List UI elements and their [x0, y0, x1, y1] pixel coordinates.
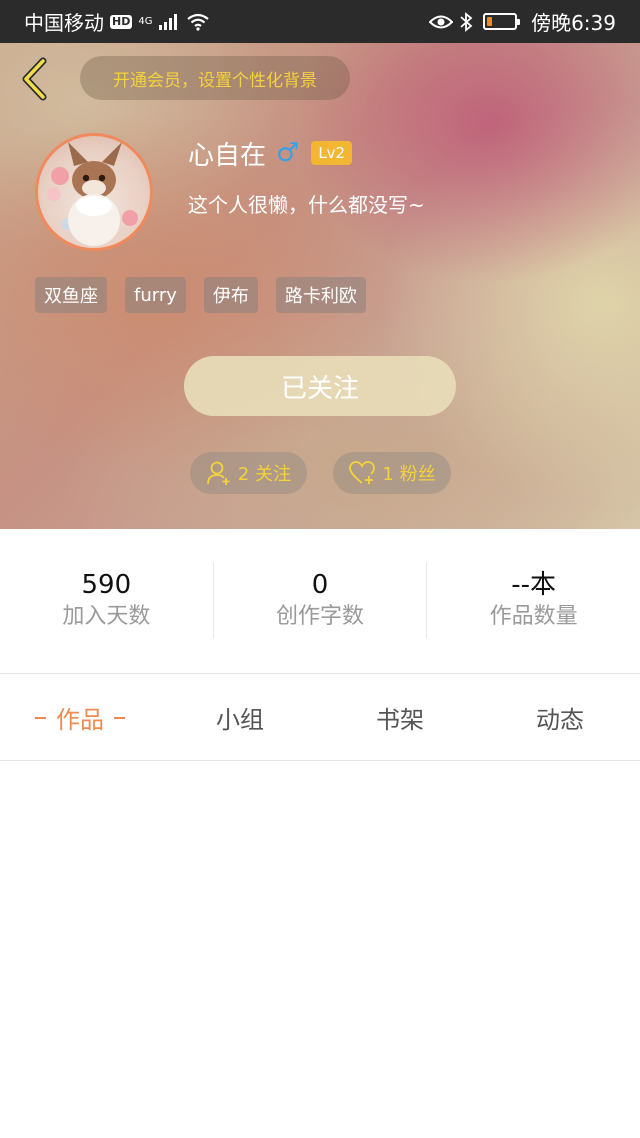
signal-icon [159, 13, 178, 30]
tab-label: 书架 [376, 706, 424, 734]
tab-label: 小组 [216, 706, 264, 734]
tab-works[interactable]: 作品 [0, 675, 160, 760]
hd-badge: HD [110, 14, 133, 29]
stat-label: 作品数量 [489, 604, 578, 629]
tab-label: 动态 [536, 706, 584, 734]
stat-value: 590 [81, 570, 132, 600]
tag-list: 双鱼座 furry 伊布 路卡利欧 [35, 277, 366, 313]
back-button[interactable] [14, 57, 54, 101]
avatar[interactable] [35, 133, 153, 251]
tab-label: 作品 [56, 706, 104, 734]
profile-page: 中国移动 HD 4G 傍晚6:39 开通会员，设置个性化背景 心自在 ♂ Lv2… [0, 0, 640, 1138]
carrier-label: 中国移动 [24, 11, 104, 35]
tag-item[interactable]: 双鱼座 [35, 277, 107, 313]
battery-level [487, 17, 493, 26]
fans-count: 1 粉丝 [382, 464, 436, 485]
stat-join-days: 590 加入天数 [0, 563, 213, 639]
wifi-icon [187, 13, 210, 31]
network-type: 4G [138, 16, 153, 27]
tag-item[interactable]: furry [125, 277, 186, 313]
username-row: 心自在 ♂ Lv2 [188, 135, 353, 171]
profile-tabs: 作品 小组 书架 动态 [0, 675, 640, 761]
eye-icon [429, 15, 454, 28]
stats-row: 590 加入天数 0 创作字数 --本 作品数量 [0, 529, 640, 674]
male-icon: ♂ [276, 138, 300, 168]
tag-item[interactable]: 伊布 [203, 277, 258, 313]
tag-item[interactable]: 路卡利欧 [275, 277, 366, 313]
username: 心自在 [188, 140, 267, 171]
add-user-icon [207, 461, 230, 485]
stat-label: 创作字数 [276, 604, 365, 629]
status-bar: 中国移动 HD 4G 傍晚6:39 [0, 0, 640, 43]
fans-button[interactable]: 1 粉丝 [333, 452, 451, 494]
tab-bookshelf[interactable]: 书架 [320, 675, 480, 760]
battery-icon [483, 13, 521, 30]
tab-indicator-right [114, 716, 125, 719]
stat-label: 加入天数 [62, 604, 151, 629]
tab-indicator-left [35, 716, 46, 719]
status-left: 中国移动 HD 4G [24, 7, 210, 36]
following-button[interactable]: 2 关注 [190, 452, 307, 494]
tab-groups[interactable]: 小组 [160, 675, 320, 760]
bluetooth-icon [460, 11, 473, 32]
stat-word-count: 0 创作字数 [212, 563, 427, 639]
chevron-left-icon [22, 57, 47, 101]
stat-value: 0 [311, 570, 329, 600]
stat-value: --本 [511, 570, 557, 600]
profile-header: 开通会员，设置个性化背景 心自在 ♂ Lv2 这个人很懒，什么都没写~ 双鱼座 … [0, 43, 640, 529]
bio-text: 这个人很懒，什么都没写~ [188, 193, 425, 217]
following-count: 2 关注 [237, 464, 292, 485]
clock: 傍晚6:39 [531, 11, 616, 35]
heart-plus-icon [349, 461, 376, 484]
status-right: 傍晚6:39 [429, 7, 616, 36]
avatar-image [47, 142, 138, 246]
vip-background-prompt[interactable]: 开通会员，设置个性化背景 [80, 56, 350, 100]
level-badge: Lv2 [311, 141, 353, 165]
tab-activity[interactable]: 动态 [480, 675, 640, 760]
stat-works-count: --本 作品数量 [426, 563, 640, 639]
follow-button[interactable]: 已关注 [184, 356, 456, 416]
